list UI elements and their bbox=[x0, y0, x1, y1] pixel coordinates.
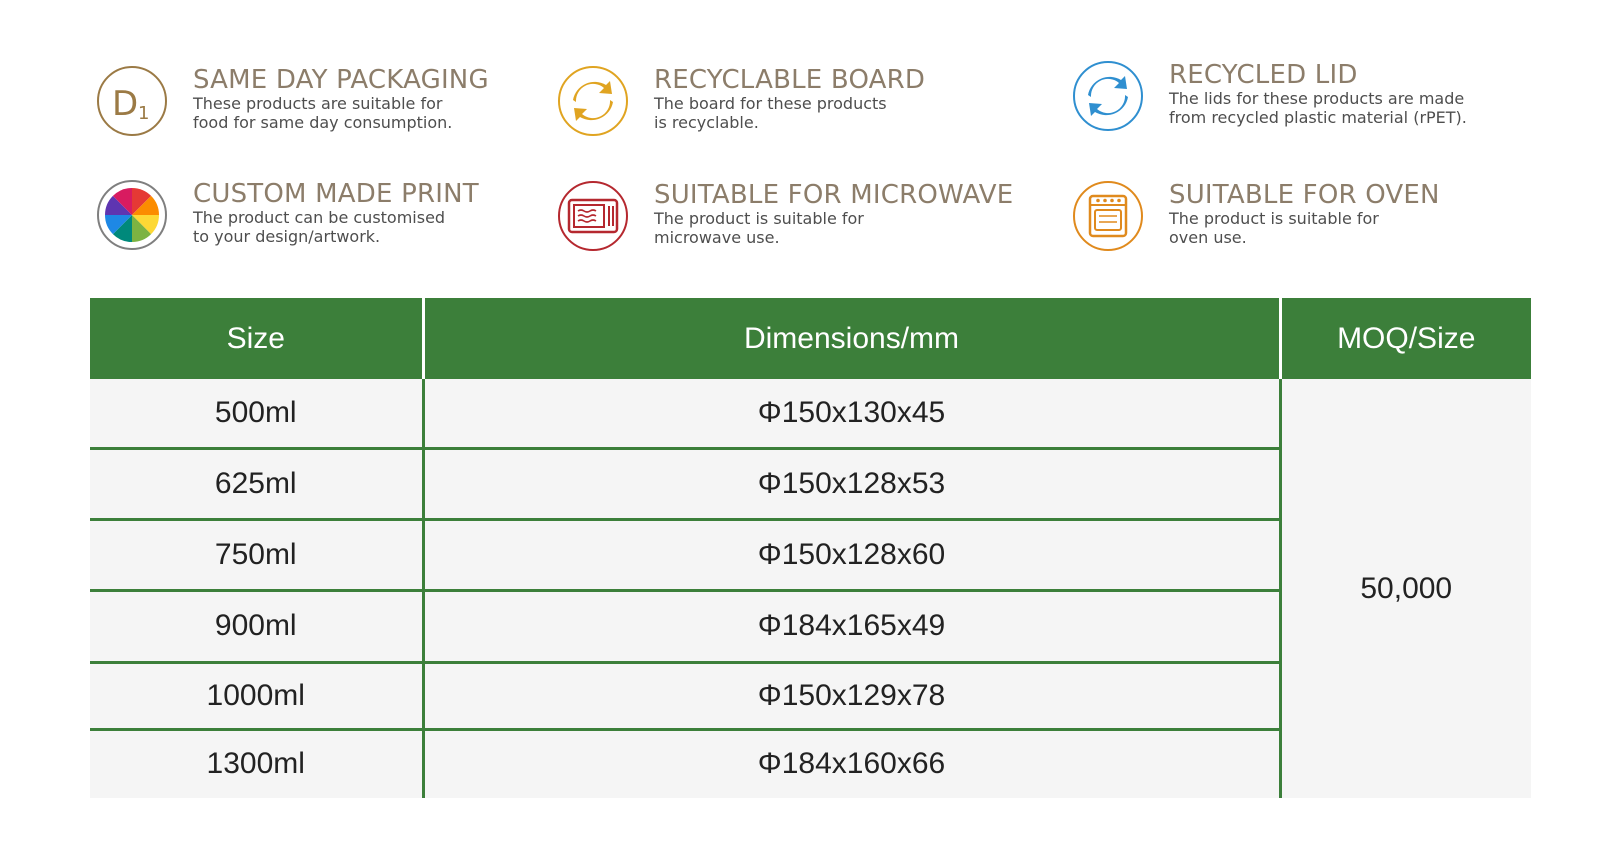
size-cell: 1300ml bbox=[90, 727, 423, 798]
size-cell: 625ml bbox=[90, 446, 423, 519]
size-cell: 1000ml bbox=[90, 660, 423, 729]
recycle-arrows-icon bbox=[1073, 61, 1143, 131]
feature-title: SAME DAY PACKAGING bbox=[193, 65, 489, 95]
feature-description: The lids for these products are made from… bbox=[1169, 89, 1467, 127]
feature-description: The product can be customised to your des… bbox=[193, 208, 446, 246]
recycle-arrows-icon bbox=[558, 66, 628, 136]
table-header-row: Size Dimensions/mm MOQ/Size bbox=[90, 298, 1531, 379]
feature-description: The board for these products is recyclabl… bbox=[654, 94, 887, 132]
feature-same-day-packaging: D 1 SAME DAY PACKAGING These products ar… bbox=[97, 66, 493, 136]
header-moq: MOQ/Size bbox=[1278, 298, 1531, 379]
feature-recyclable-board: RECYCLABLE BOARD The board for these pro… bbox=[558, 66, 954, 136]
size-specification-table: Size Dimensions/mm MOQ/Size 500ml Φ150x1… bbox=[90, 298, 1531, 798]
microwave-icon bbox=[558, 181, 628, 251]
feature-description: These products are suitable for food for … bbox=[193, 94, 453, 132]
feature-title: CUSTOM MADE PRINT bbox=[193, 179, 479, 209]
table-row: 500ml Φ150x130x45 50,000 bbox=[90, 379, 1531, 798]
feature-title: RECYCLED LID bbox=[1169, 60, 1358, 90]
dimensions-cell: Φ184x165x49 bbox=[421, 588, 1280, 662]
feature-description: The product is suitable for oven use. bbox=[1169, 209, 1379, 247]
header-dimensions: Dimensions/mm bbox=[421, 298, 1280, 379]
svg-text:D: D bbox=[112, 84, 138, 124]
color-wheel-icon bbox=[97, 180, 167, 250]
feature-title: RECYCLABLE BOARD bbox=[654, 65, 926, 95]
size-cell: 500ml bbox=[90, 379, 423, 448]
feature-suitable-for-microwave: SUITABLE FOR MICROWAVE The product is su… bbox=[558, 181, 1013, 251]
moq-cell: 50,000 bbox=[1278, 379, 1531, 798]
dimensions-cell: Φ150x129x78 bbox=[421, 660, 1280, 729]
feature-custom-made-print: CUSTOM MADE PRINT The product can be cus… bbox=[97, 180, 493, 250]
oven-icon bbox=[1073, 181, 1143, 251]
same-day-d1-icon: D 1 bbox=[97, 66, 167, 136]
dimensions-cell: Φ150x130x45 bbox=[421, 379, 1280, 448]
svg-text:1: 1 bbox=[138, 103, 149, 124]
dimensions-cell: Φ150x128x53 bbox=[421, 446, 1280, 519]
size-cell: 750ml bbox=[90, 517, 423, 590]
header-size: Size bbox=[90, 298, 423, 379]
feature-title: SUITABLE FOR OVEN bbox=[1169, 180, 1440, 210]
dimensions-cell: Φ150x128x60 bbox=[421, 517, 1280, 590]
feature-title: SUITABLE FOR MICROWAVE bbox=[654, 180, 1014, 210]
feature-recycled-lid: RECYCLED LID The lids for these products… bbox=[1073, 61, 1489, 131]
dimensions-cell: Φ184x160x66 bbox=[421, 727, 1280, 798]
feature-description: The product is suitable for microwave use… bbox=[654, 209, 864, 247]
feature-suitable-for-oven: SUITABLE FOR OVEN The product is suitabl… bbox=[1073, 181, 1469, 251]
size-cell: 900ml bbox=[90, 588, 423, 662]
